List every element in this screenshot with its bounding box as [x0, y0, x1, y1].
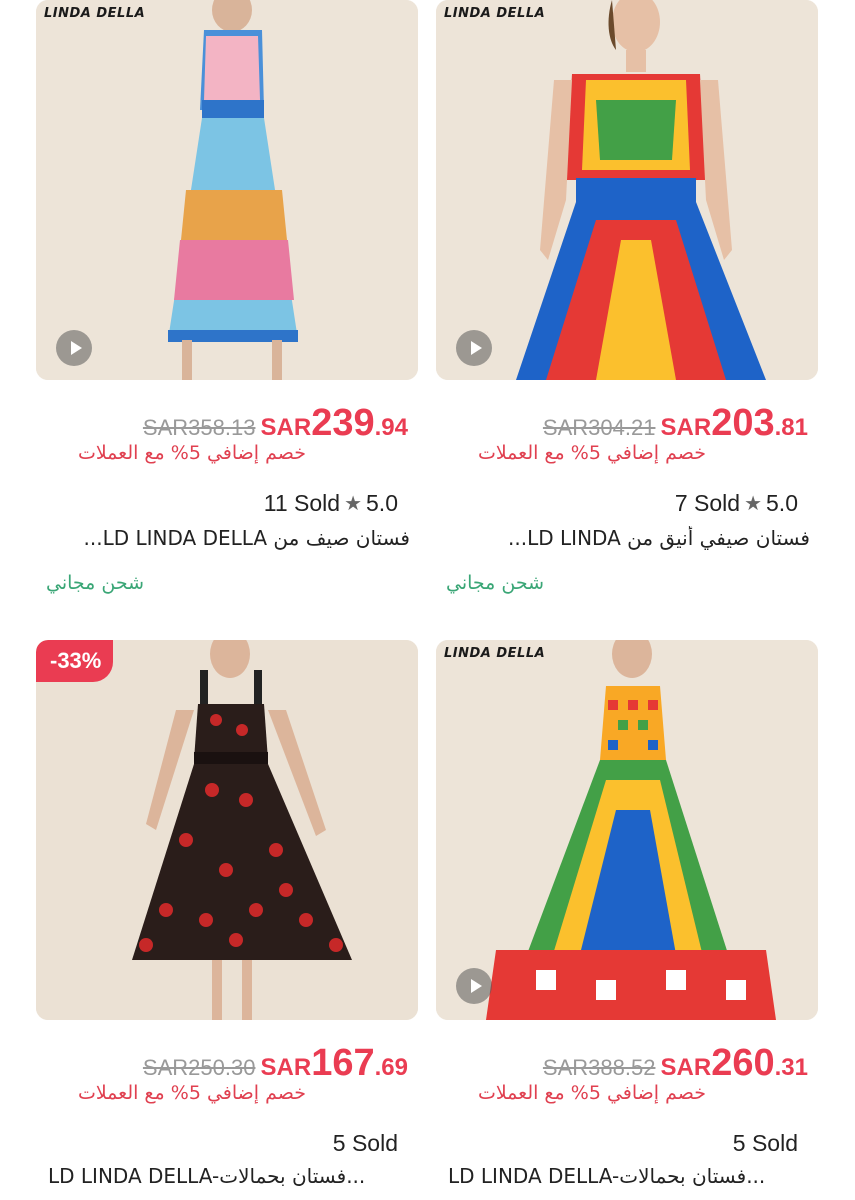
sale-price: SAR203.81	[660, 402, 808, 444]
sold-count: 5 Sold	[732, 1130, 798, 1156]
brand-logo: LINDA DELLA	[444, 6, 546, 21]
original-price: SAR358.13	[142, 415, 256, 440]
brand-logo: LINDA DELLA	[44, 6, 146, 21]
dress-illustration	[436, 0, 818, 380]
coin-discount-label: خصم إضافي 5% مع العملات	[477, 442, 706, 464]
price-row: SAR304.21 SAR203.81	[436, 402, 818, 445]
play-video-icon[interactable]	[456, 968, 492, 1004]
sale-price: SAR260.31	[660, 1042, 808, 1084]
original-price: SAR250.30	[142, 1055, 256, 1080]
discount-badge: -33%	[36, 640, 114, 682]
original-price: SAR304.21	[542, 415, 656, 440]
product-image[interactable]: LINDA DELLA	[436, 640, 818, 1020]
price-row: SAR388.52 SAR260.31	[436, 1042, 818, 1085]
original-price: SAR388.52	[542, 1055, 656, 1080]
rating-value: 5.0	[366, 490, 398, 516]
star-icon: ★	[344, 493, 363, 515]
free-shipping-label: شحن مجاني	[46, 572, 145, 594]
rating-sold-row: 5 Sold	[333, 1130, 398, 1157]
play-video-icon[interactable]	[456, 330, 492, 366]
product-title[interactable]: فستان صيف من LD LINDA DELLA...	[48, 526, 418, 550]
dress-illustration	[36, 640, 418, 1020]
brand-logo: LINDA DELLA	[444, 646, 546, 661]
dress-illustration	[36, 0, 418, 380]
product-card[interactable]: LINDA DELLA SAR388.52 SAR260.31 خصم إضاف…	[436, 640, 818, 1200]
dress-illustration	[436, 640, 818, 1020]
product-card[interactable]: LINDA DELLA SAR358.13 SAR239.94 خصم إضاف…	[36, 0, 418, 620]
sale-price: SAR167.69	[260, 1042, 408, 1084]
rating-sold-row: 7 Sold ★ 5.0	[675, 490, 798, 517]
product-card[interactable]: LINDA DELLA SAR304.21 SAR203.81 خصم إضاف…	[436, 0, 818, 620]
product-card[interactable]: -33% SAR250.30 SAR167.69 خصم إضافي 5% مع…	[36, 640, 418, 1200]
rating-sold-row: 11 Sold ★ 5.0	[264, 490, 398, 517]
rating-sold-row: 5 Sold	[733, 1130, 798, 1157]
product-title[interactable]: LD LINDA DELLA-فستان بحمالات...	[48, 1164, 418, 1188]
sold-count: 5 Sold	[332, 1130, 398, 1156]
sold-count: 11 Sold	[263, 490, 341, 516]
star-icon: ★	[744, 493, 763, 515]
coin-discount-label: خصم إضافي 5% مع العملات	[77, 442, 306, 464]
price-row: SAR250.30 SAR167.69	[36, 1042, 418, 1085]
product-title[interactable]: LD LINDA DELLA-فستان بحمالات...	[448, 1164, 818, 1188]
product-image[interactable]: -33%	[36, 640, 418, 1020]
coin-discount-label: خصم إضافي 5% مع العملات	[477, 1082, 706, 1104]
rating-value: 5.0	[766, 490, 798, 516]
sold-count: 7 Sold	[674, 490, 741, 516]
free-shipping-label: شحن مجاني	[446, 572, 545, 594]
product-image[interactable]: LINDA DELLA	[436, 0, 818, 380]
product-image[interactable]: LINDA DELLA	[36, 0, 418, 380]
sale-price: SAR239.94	[260, 402, 408, 444]
play-video-icon[interactable]	[56, 330, 92, 366]
coin-discount-label: خصم إضافي 5% مع العملات	[77, 1082, 306, 1104]
price-row: SAR358.13 SAR239.94	[36, 402, 418, 445]
product-title[interactable]: فستان صيفي أنيق من LD LINDA...	[448, 526, 818, 550]
